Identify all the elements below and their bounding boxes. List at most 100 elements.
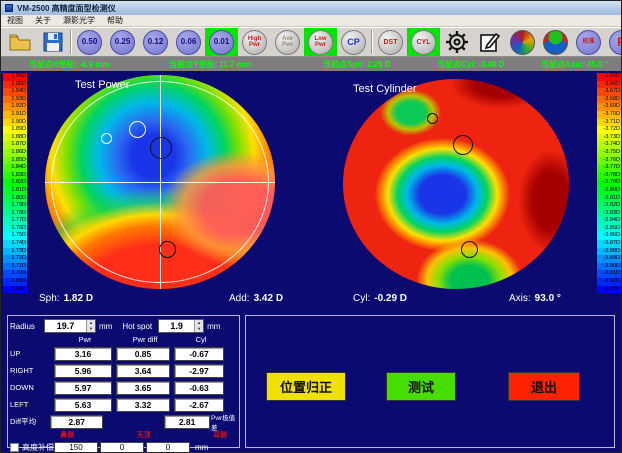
scale-step: 1.76D — [3, 225, 27, 233]
scale-step: 1.77D — [3, 217, 27, 225]
radius-unit: mm — [99, 322, 112, 331]
scale-step: -3.68D — [597, 96, 621, 104]
comp-unit: mm — [195, 443, 208, 452]
right-color-scale: -3.65D-3.66D-3.67D-3.68D-3.69D-3.70D-3.7… — [597, 73, 621, 293]
crosshair-horizontal — [45, 182, 275, 183]
scale-step: -3.69D — [597, 103, 621, 111]
height-compensation-label: 高度补偿 — [22, 442, 54, 453]
hotspot-stepper[interactable]: 1.9 ▲ ▼ — [158, 319, 204, 333]
power-map-view-button[interactable] — [506, 28, 539, 56]
low-pwr-button-active[interactable]: Low Pwr — [304, 28, 337, 56]
scale-step: -3.84D — [597, 217, 621, 225]
scale-step: 1.85D — [3, 157, 27, 165]
open-file-button[interactable] — [3, 28, 36, 56]
status-sph: 当前点Sph: 2.26 D — [323, 59, 391, 70]
scale-step: -3.66D — [597, 81, 621, 89]
title-bar: VM-2500 高精度面型检测仪 — [1, 1, 622, 15]
step-0.12-button[interactable]: 0.12 — [139, 28, 172, 56]
app-window: VM-2500 高精度面型检测仪 视图 关于 灏影光学 帮助 — [0, 0, 622, 453]
menu-about[interactable]: 关于 — [35, 15, 51, 26]
left-color-scale: 1.96D1.95D1.94D1.93D1.92D1.91D1.90D1.89D… — [3, 73, 27, 293]
edit-pencil-icon — [479, 31, 501, 53]
menu-view[interactable]: 视图 — [7, 15, 23, 26]
marker-circle — [453, 135, 473, 155]
reset-r-button[interactable]: R — [605, 28, 622, 56]
scale-step: 1.80D — [3, 195, 27, 203]
position-reset-button[interactable]: 位置归正 — [266, 372, 346, 401]
spin-down-icon[interactable]: ▼ — [195, 326, 203, 332]
scale-step: 1.92D — [3, 103, 27, 111]
scale-step: 1.89D — [3, 126, 27, 134]
measure-row: UP3.160.85-0.67 — [10, 345, 239, 362]
cyl-readout: Cyl:-0.29 D — [353, 293, 407, 304]
scale-step: 1.81D — [3, 187, 27, 195]
test-power-map[interactable] — [45, 75, 275, 289]
ave-pwr-button[interactable]: Ave Pwr — [271, 28, 304, 56]
comp-input-3[interactable]: 0 — [146, 442, 190, 453]
cp-button[interactable]: CP — [337, 28, 370, 56]
power-map-icon — [510, 30, 535, 55]
scale-step: 1.95D — [3, 81, 27, 89]
high-pwr-button[interactable]: High Pwr — [238, 28, 271, 56]
row-label: UP — [10, 349, 54, 358]
status-axis: 当前点Axis: 45.0 ° — [541, 59, 608, 70]
value-box: 0.85 — [116, 347, 170, 361]
value-box: 3.65 — [116, 381, 170, 395]
comp-header-3: 耳侧 — [201, 430, 239, 440]
scale-step: 1.90D — [3, 119, 27, 127]
radius-value: 19.7 — [45, 320, 86, 332]
dst-button[interactable]: DST — [374, 28, 407, 56]
step-0.06-button[interactable]: 0.06 — [172, 28, 205, 56]
scale-step: -3.81D — [597, 195, 621, 203]
settings-button[interactable] — [440, 28, 473, 56]
test-button[interactable]: 测试 — [386, 372, 456, 401]
scale-step: -3.76D — [597, 157, 621, 165]
scale-step: 1.71D — [3, 263, 27, 271]
comp-input-1[interactable]: 150 — [54, 442, 98, 453]
hotspot-unit: mm — [207, 322, 220, 331]
comp-header-2: 天顶 — [125, 430, 163, 440]
stepper-arrows[interactable]: ▲ ▼ — [194, 320, 203, 332]
edit-button[interactable] — [473, 28, 506, 56]
height-compensation-checkbox[interactable] — [10, 443, 19, 452]
row-label: LEFT — [10, 400, 54, 409]
calibrate-button[interactable]: 校准 — [572, 28, 605, 56]
menu-haoying-optics[interactable]: 灏影光学 — [63, 15, 95, 26]
scale-step: -3.80D — [597, 187, 621, 195]
menu-help[interactable]: 帮助 — [107, 15, 123, 26]
radius-stepper[interactable]: 19.7 ▲ ▼ — [44, 319, 96, 333]
scale-step: 1.75D — [3, 232, 27, 240]
scale-step: -3.72D — [597, 126, 621, 134]
scale-step: 1.87D — [3, 141, 27, 149]
comp-input-2[interactable]: 0 — [100, 442, 144, 453]
scale-step: 1.96D — [3, 73, 27, 81]
pwr-extreme-diff-label: Pwr极值差 — [211, 412, 239, 432]
value-box: -2.67 — [174, 398, 224, 412]
app-icon — [5, 4, 13, 12]
scale-step: -3.85D — [597, 225, 621, 233]
save-button[interactable] — [36, 28, 69, 56]
stepper-arrows[interactable]: ▲ ▼ — [86, 320, 95, 332]
scale-step: -3.88D — [597, 248, 621, 256]
value-box: 3.32 — [116, 398, 170, 412]
scale-step: -3.86D — [597, 232, 621, 240]
step-0.25-button[interactable]: 0.25 — [106, 28, 139, 56]
test-cylinder-map[interactable] — [343, 79, 569, 289]
value-box: 2.87 — [50, 415, 103, 429]
scale-step: 1.91D — [3, 111, 27, 119]
measure-row: DOWN5.973.65-0.63 — [10, 379, 239, 396]
scale-step: -3.91D — [597, 270, 621, 278]
cylinder-map-view-button[interactable] — [539, 28, 572, 56]
step-0.50-button[interactable]: 0.50 — [73, 28, 106, 56]
scale-step: 1.78D — [3, 210, 27, 218]
sph-readout: Sph:1.82 D — [39, 293, 93, 304]
spin-down-icon[interactable]: ▼ — [87, 326, 95, 332]
step-0.01-button-active[interactable]: 0.01 — [205, 28, 238, 56]
status-bar: 当前点X坐标: -4.9 mm 当前点Y坐标: 11.7 mm 当前点Sph: … — [1, 57, 622, 71]
exit-button[interactable]: 退出 — [508, 372, 580, 401]
value-box: 2.81 — [164, 415, 210, 429]
measure-rows: UP3.160.85-0.67RIGHT5.963.64-2.97DOWN5.9… — [8, 345, 239, 413]
hotspot-value: 1.9 — [159, 320, 194, 332]
col-header-pwr: Pwr — [54, 335, 116, 344]
cyl-button-active[interactable]: CYL — [407, 28, 440, 56]
